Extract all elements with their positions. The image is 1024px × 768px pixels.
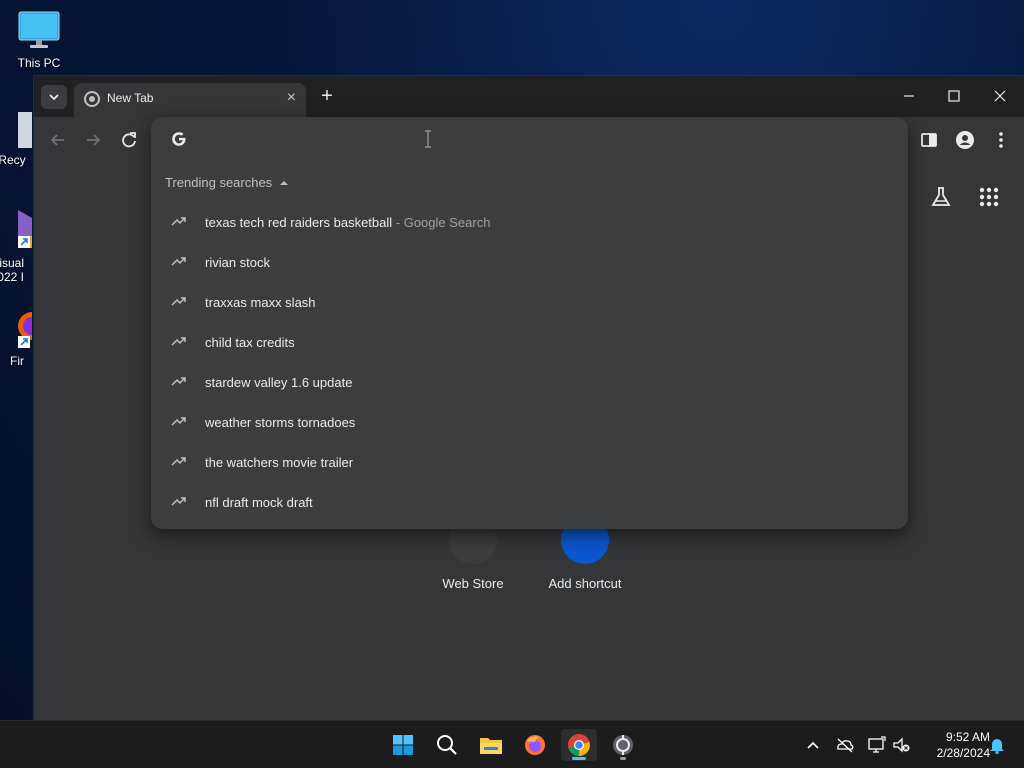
notification-bell-icon[interactable] (987, 735, 1007, 755)
suggestion-suffix: - Google Search (392, 214, 491, 230)
monitor-icon (18, 11, 60, 48)
chevron-down-icon (49, 94, 59, 101)
chrome-favicon-icon (84, 91, 100, 107)
shortcut-label: Web Store (442, 576, 504, 591)
title-bar: New Tab × + (34, 76, 1024, 117)
desktop-icon-label: Visual 2022 I (0, 256, 24, 284)
apps-grid-icon[interactable] (976, 184, 1002, 210)
suggestion-item[interactable]: stardew valley 1.6 update (151, 362, 908, 402)
trending-up-icon (171, 417, 186, 426)
tab-new-tab[interactable]: New Tab × (74, 83, 306, 117)
trending-up-icon (171, 377, 186, 386)
text-cursor-icon (425, 130, 431, 148)
active-app-indicator (572, 757, 586, 760)
start-icon (393, 735, 413, 755)
network-icon[interactable] (867, 735, 887, 755)
suggestion-text: child tax credits (205, 334, 295, 350)
minimize-icon[interactable] (898, 86, 920, 106)
start-button[interactable] (385, 729, 421, 761)
suggestion-text: traxxas maxx slash (205, 294, 316, 310)
suggestion-text: weather storms tornadoes (205, 414, 356, 430)
caret-up-icon (280, 180, 289, 185)
desktop-icon-recycle-bin[interactable]: Recy (0, 108, 36, 167)
desktop-icon-label: This PC (17, 56, 61, 70)
trending-up-icon (171, 297, 186, 306)
taskbar-chrome[interactable] (561, 729, 597, 761)
reload-icon[interactable] (118, 129, 140, 151)
suggestion-item[interactable]: nfl draft mock draft (151, 482, 908, 522)
side-panel-icon[interactable] (918, 129, 940, 151)
chevron-up-icon[interactable] (803, 735, 823, 755)
trending-searches-title: Trending searches (165, 175, 273, 190)
firefox-icon (525, 735, 545, 755)
clock-time: 9:52 AM (945, 730, 990, 744)
suggestion-item[interactable]: texas tech red raiders basketball - Goog… (151, 202, 908, 242)
new-tab-button[interactable]: + (317, 86, 337, 106)
forward-arrow-icon[interactable] (82, 129, 104, 151)
firefox-icon (18, 312, 46, 348)
desktop-icon-visual-studio[interactable]: Visual 2022 I (0, 208, 36, 284)
suggestion-item[interactable]: weather storms tornadoes (151, 402, 908, 442)
desktop-icon-firefox[interactable]: Fir (0, 306, 46, 368)
trending-up-icon (171, 257, 186, 266)
onedrive-offline-icon[interactable] (835, 735, 855, 755)
tab-title: New Tab (107, 91, 154, 105)
more-menu-icon[interactable] (990, 129, 1012, 151)
shortcut-label: Add shortcut (548, 576, 622, 591)
trending-up-icon (171, 337, 186, 346)
file-explorer-icon (480, 738, 502, 754)
suggestion-text: stardew valley 1.6 update (205, 374, 353, 390)
suggestion-text: the watchers movie trailer (205, 454, 354, 470)
google-g-icon (172, 132, 186, 146)
running-app-indicator (620, 757, 626, 760)
labs-flask-icon[interactable] (928, 184, 954, 210)
suggestion-item[interactable]: traxxas maxx slash (151, 282, 908, 322)
trending-up-icon (171, 497, 186, 506)
taskbar-file-explorer[interactable] (473, 729, 509, 761)
trending-searches-header[interactable]: Trending searches (165, 175, 289, 190)
taskbar-firefox[interactable] (517, 729, 553, 761)
suggestion-item[interactable]: the watchers movie trailer (151, 442, 908, 482)
suggestion-text: nfl draft mock draft (205, 494, 313, 510)
suggestion-item[interactable]: rivian stock (151, 242, 908, 282)
system-clock[interactable]: 9:52 AM 2/28/2024 (918, 729, 990, 761)
suggestion-list: texas tech red raiders basketball - Goog… (151, 202, 908, 522)
maximize-icon[interactable] (943, 86, 965, 106)
app-icon (613, 735, 633, 755)
trending-up-icon (171, 457, 186, 466)
suggestion-text: rivian stock (205, 254, 271, 270)
tab-search-button[interactable] (41, 85, 67, 109)
recycle-bin-icon (18, 112, 32, 148)
chrome-icon (568, 734, 590, 756)
taskbar-search-button[interactable] (429, 729, 465, 761)
suggestion-item[interactable]: child tax credits (151, 322, 908, 362)
desktop-icon-label: Fir (10, 354, 24, 368)
search-icon (437, 735, 457, 755)
clock-date: 2/28/2024 (936, 746, 990, 760)
profile-avatar-icon[interactable] (954, 129, 976, 151)
volume-muted-icon[interactable] (892, 735, 912, 755)
close-window-icon[interactable] (989, 86, 1011, 106)
desktop-icon-this-pc[interactable]: This PC (4, 10, 74, 70)
taskbar-app[interactable] (605, 729, 641, 761)
desktop-icon-label: Recy (0, 153, 26, 167)
omnibox-dropdown: Trending searches texas tech red raiders… (151, 117, 908, 529)
trending-up-icon (171, 217, 186, 226)
visual-studio-icon (18, 210, 36, 248)
omnibox-input[interactable] (201, 127, 885, 155)
suggestion-text: texas tech red raiders basketball - Goog… (205, 214, 491, 230)
taskbar: 9:52 AM 2/28/2024 (0, 720, 1024, 768)
back-arrow-icon[interactable] (47, 129, 69, 151)
tab-close-icon[interactable]: × (287, 90, 296, 106)
